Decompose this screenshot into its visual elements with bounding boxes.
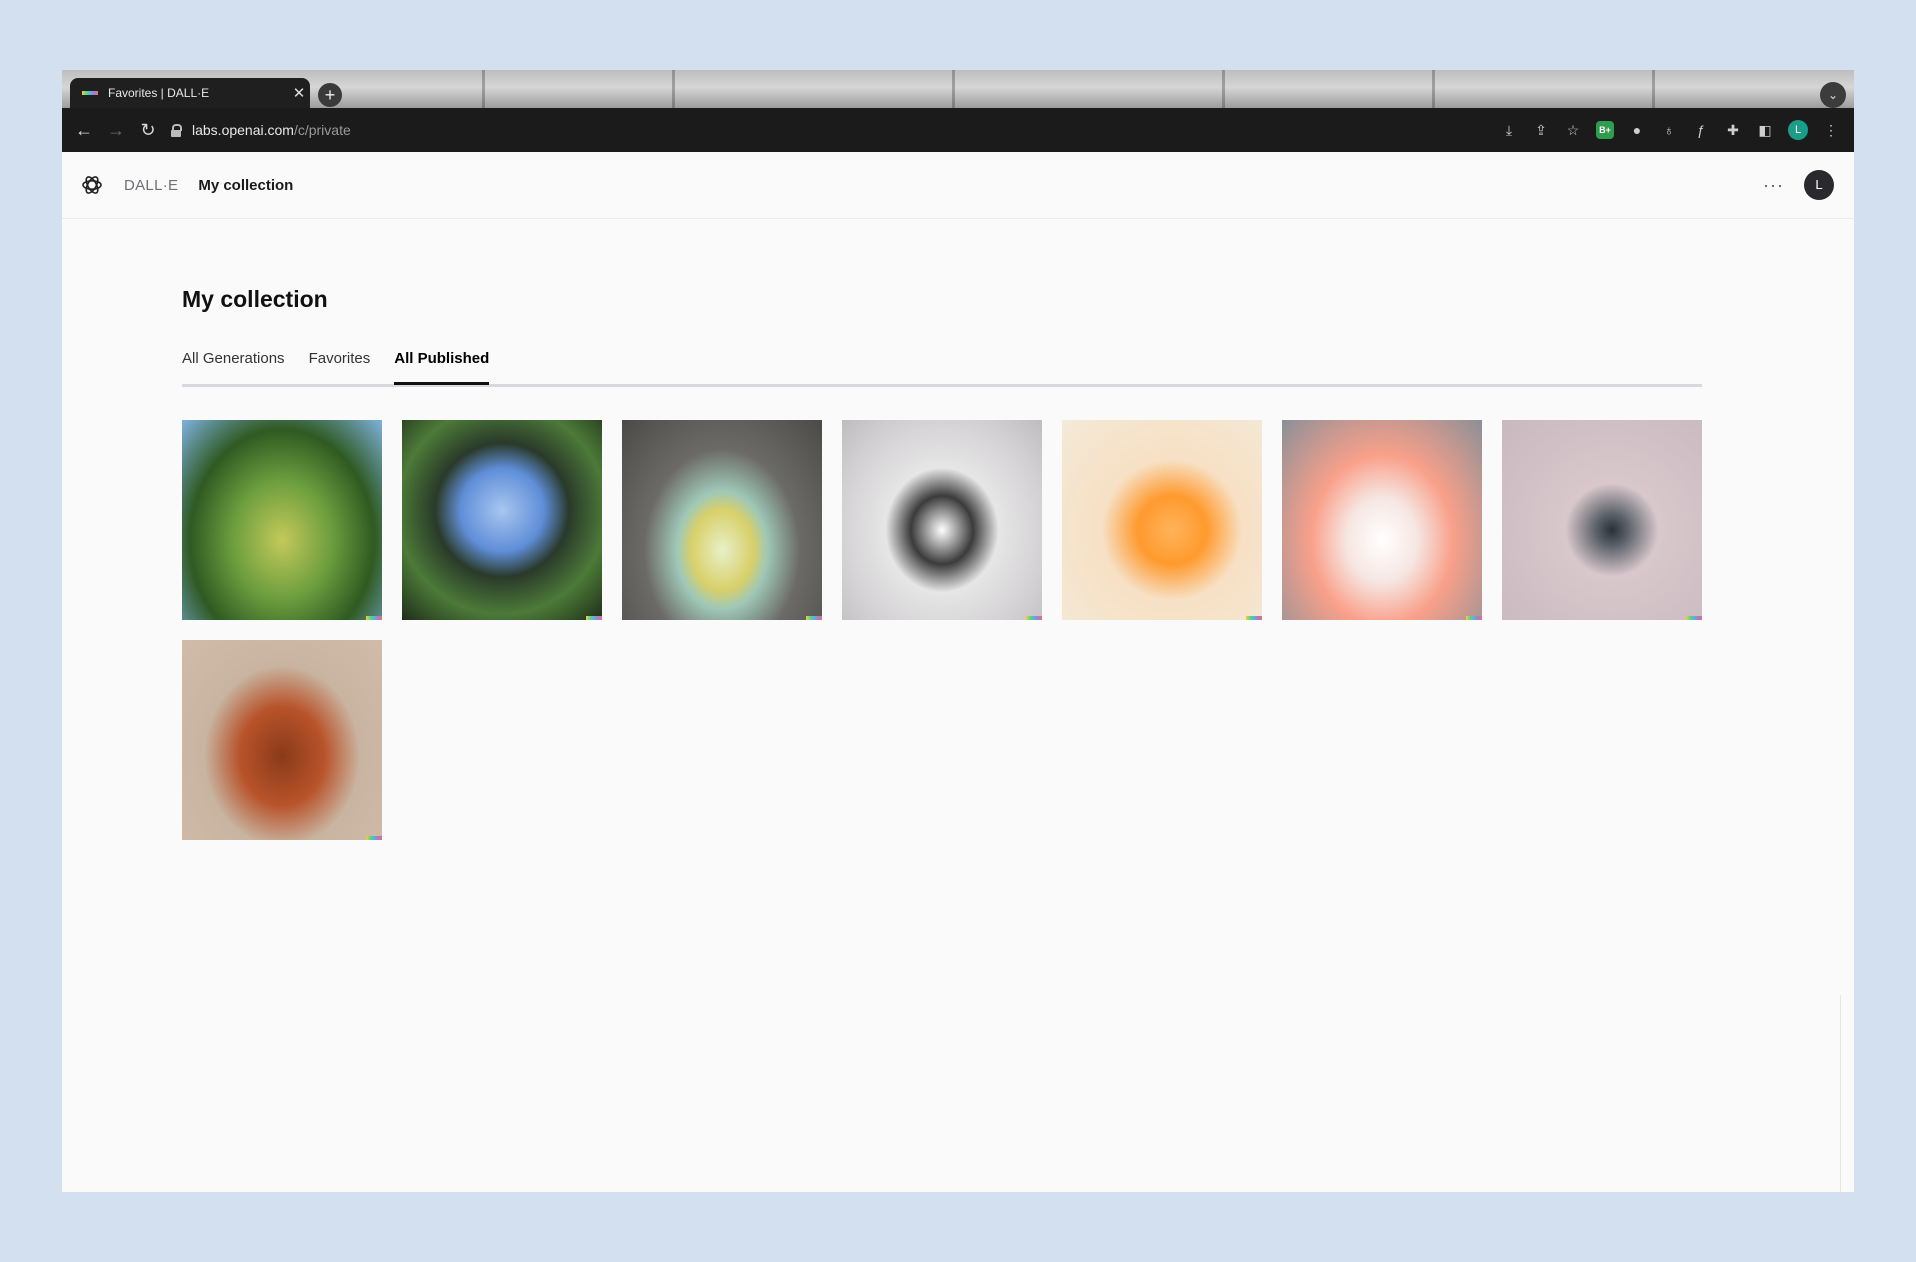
extension-bulb-icon[interactable]: ♁ <box>1660 121 1678 139</box>
dalle-signature-icon <box>586 616 602 620</box>
tab-favorites[interactable]: Favorites <box>309 348 371 382</box>
more-options-icon[interactable]: ··· <box>1763 175 1784 196</box>
dalle-favicon-icon <box>82 91 98 95</box>
forward-button[interactable]: → <box>100 120 132 141</box>
address-bar[interactable]: labs.openai.com/c/private <box>170 122 1500 138</box>
browser-tab[interactable]: Favorites | DALL·E ✕ <box>70 78 310 108</box>
brand-link[interactable]: DALL·E <box>124 177 178 194</box>
close-icon[interactable]: ✕ <box>288 84 310 102</box>
image-pumpkin-cat[interactable] <box>182 640 382 840</box>
reload-button[interactable]: ↻ <box>132 120 164 141</box>
browser-window: Favorites | DALL·E ✕ + ⌄ ← → ↻ labs.open… <box>62 70 1854 1192</box>
kebab-menu-icon[interactable]: ⋮ <box>1822 121 1840 139</box>
dalle-signature-icon <box>1246 616 1262 620</box>
toolbar-actions: ⤓ ⇪ ☆ B+ ● ♁ ƒ ✚ ◧ L ⋮ <box>1500 120 1840 140</box>
collection-tabs: All Generations Favorites All Published <box>182 348 1702 387</box>
extension-gray-icon[interactable]: ● <box>1628 121 1646 139</box>
tab-search-button[interactable]: ⌄ <box>1820 82 1846 108</box>
install-icon[interactable]: ⤓ <box>1500 121 1518 139</box>
image-black-white-cat[interactable] <box>842 420 1042 620</box>
extension-green-icon[interactable]: B+ <box>1596 121 1614 139</box>
scroll-edge <box>1840 995 1841 1192</box>
app-header: DALL·E My collection ··· L <box>62 152 1854 219</box>
image-black-cat-leaves[interactable] <box>1502 420 1702 620</box>
browser-toolbar: ← → ↻ labs.openai.com/c/private ⤓ ⇪ ☆ B+… <box>62 108 1854 152</box>
back-button[interactable]: ← <box>68 120 100 141</box>
share-icon[interactable]: ⇪ <box>1532 121 1550 139</box>
page-title: My collection <box>182 286 328 312</box>
puzzle-icon[interactable]: ✚ <box>1724 121 1742 139</box>
image-lily-pond-bridge[interactable] <box>182 420 382 620</box>
url-path: /c/private <box>293 122 351 138</box>
image-grid <box>182 420 1722 840</box>
dalle-signature-icon <box>806 616 822 620</box>
tab-title: Favorites | DALL·E <box>108 86 210 100</box>
dalle-signature-icon <box>366 836 382 840</box>
tab-all-generations[interactable]: All Generations <box>182 348 285 382</box>
profile-avatar[interactable]: L <box>1788 120 1808 140</box>
tab-all-published[interactable]: All Published <box>394 348 490 385</box>
dalle-signature-icon <box>366 616 382 620</box>
bookmark-star-icon[interactable]: ☆ <box>1564 121 1582 139</box>
dalle-signature-icon <box>1466 616 1482 620</box>
image-fisheye-pond[interactable] <box>402 420 602 620</box>
new-tab-button[interactable]: + <box>318 83 342 107</box>
dalle-signature-icon <box>1026 616 1042 620</box>
image-orange-glass-cat[interactable] <box>1062 420 1262 620</box>
image-white-red-cat[interactable] <box>1282 420 1482 620</box>
openai-logo-icon[interactable] <box>80 173 104 197</box>
tab-strip: Favorites | DALL·E ✕ + ⌄ <box>62 70 1854 108</box>
user-avatar[interactable]: L <box>1804 170 1834 200</box>
extension-formula-icon[interactable]: ƒ <box>1692 121 1710 139</box>
url-host: labs.openai.com <box>192 122 294 138</box>
image-glass-cat-leaves[interactable] <box>622 420 822 620</box>
sidepanel-icon[interactable]: ◧ <box>1756 121 1774 139</box>
dalle-signature-icon <box>1686 616 1702 620</box>
lock-icon <box>170 124 182 137</box>
breadcrumb-current: My collection <box>198 176 294 194</box>
